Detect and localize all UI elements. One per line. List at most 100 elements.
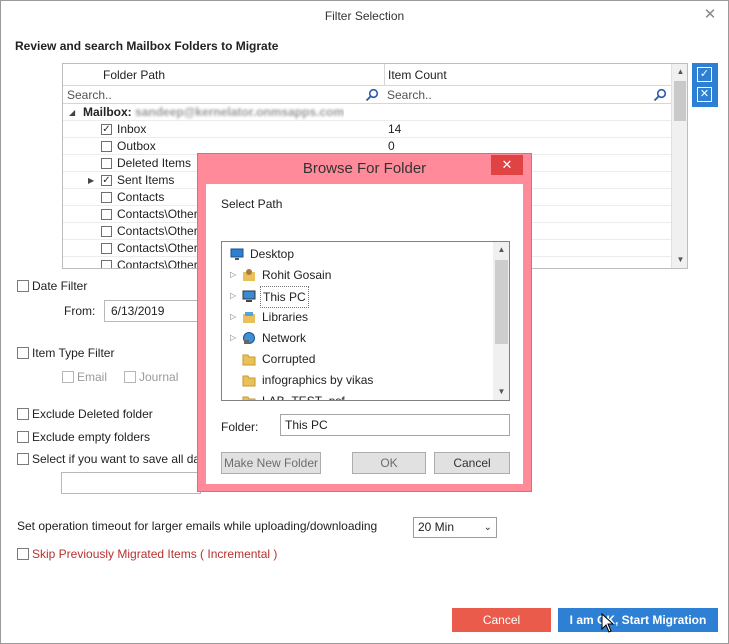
folder-label: Folder: xyxy=(221,420,259,434)
expand-triangle-icon[interactable]: ▷ xyxy=(230,307,236,327)
scroll-down-icon[interactable]: ▼ xyxy=(674,254,687,266)
folder-name: Inbox xyxy=(117,122,147,136)
mailbox-address: sandeep@kernelator.onmsapps.com xyxy=(135,105,345,119)
expand-triangle-icon[interactable]: ▶ xyxy=(88,172,94,189)
scroll-up-icon[interactable]: ▲ xyxy=(495,244,508,256)
tree-item-label: Network xyxy=(262,331,307,345)
journal-type-checkbox[interactable] xyxy=(124,371,136,383)
tree-item-desktop[interactable]: Desktop xyxy=(222,244,492,264)
folder-checkbox[interactable] xyxy=(101,243,112,254)
window-close-icon[interactable]: ✕ xyxy=(702,7,718,23)
chevron-down-icon: ⌄ xyxy=(483,522,492,533)
cancel-button[interactable]: Cancel xyxy=(452,608,551,632)
column-item-count[interactable]: Item Count xyxy=(388,64,447,86)
tree-item-this-pc[interactable]: ▷ This PC xyxy=(222,286,492,308)
tree-scrollbar[interactable]: ▲ ▼ xyxy=(493,242,509,400)
grid-side-toolbar: ✓ ✕ xyxy=(692,63,718,107)
folder-count: 14 xyxy=(388,122,402,136)
network-icon xyxy=(243,332,255,344)
column-divider[interactable] xyxy=(384,64,385,86)
scrollbar-thumb[interactable] xyxy=(674,81,686,121)
email-type-checkbox[interactable] xyxy=(62,371,74,383)
section-title: Review and search Mailbox Folders to Mig… xyxy=(15,39,279,53)
tree-item-infographics[interactable]: infographics by vikas xyxy=(222,370,492,390)
folder-input[interactable]: This PC xyxy=(280,414,510,436)
search-icon[interactable] xyxy=(653,88,667,102)
grid-search-row: Search.. Search.. xyxy=(63,86,671,104)
folder-path-search-input[interactable]: Search.. xyxy=(67,86,112,104)
exclude-empty-label: Exclude empty folders xyxy=(32,430,151,444)
folder-checkbox[interactable] xyxy=(101,260,112,268)
tree-item-corrupted[interactable]: Corrupted xyxy=(222,349,492,369)
scrollbar-thumb[interactable] xyxy=(495,260,508,344)
folder-name: Contacts\Other C xyxy=(117,241,210,255)
email-type-option[interactable]: Email xyxy=(62,370,107,384)
folder-name: Contacts xyxy=(117,190,165,204)
item-type-filter-checkbox[interactable] xyxy=(17,347,29,359)
save-all-data-checkbox[interactable] xyxy=(17,453,29,465)
tree-item-lab-test[interactable]: LAB_TEST_psf xyxy=(222,391,492,400)
select-path-label: Select Path xyxy=(221,197,283,211)
table-row[interactable]: ✓ Inbox 14 xyxy=(63,121,671,138)
timeout-value: 20 Min xyxy=(418,520,455,534)
search-icon[interactable] xyxy=(365,88,379,102)
dialog-cancel-button[interactable]: Cancel xyxy=(434,452,510,474)
from-date-input[interactable]: 6/13/2019 xyxy=(104,300,204,322)
start-migration-button[interactable]: I am OK, Start Migration xyxy=(558,608,718,632)
collapse-triangle-icon[interactable]: ◢ xyxy=(69,104,75,121)
journal-type-option[interactable]: Journal xyxy=(124,370,178,384)
mailbox-row[interactable]: ◢ Mailbox: sandeep@kernelator.onmsapps.c… xyxy=(63,104,671,121)
save-path-input[interactable] xyxy=(61,472,201,494)
tree-item-libraries[interactable]: ▷ Libraries xyxy=(222,307,492,327)
tree-item-network[interactable]: ▷ Network xyxy=(222,328,492,348)
item-type-filter-option[interactable]: Item Type Filter xyxy=(17,346,114,360)
tree-item-rohit-gosain[interactable]: ▷ Rohit Gosain xyxy=(222,265,492,285)
exclude-deleted-option[interactable]: Exclude Deleted folder xyxy=(17,407,153,421)
clear-selection-icon[interactable]: ✕ xyxy=(697,87,712,102)
tree-item-label: Desktop xyxy=(250,247,295,261)
skip-migrated-label: Skip Previously Migrated Items ( Increme… xyxy=(32,547,278,561)
expand-triangle-icon[interactable]: ▷ xyxy=(230,328,236,348)
grid-scrollbar[interactable]: ▲ ▼ xyxy=(671,64,687,268)
dialog-close-icon[interactable]: ✕ xyxy=(491,155,523,175)
libraries-icon xyxy=(243,312,255,323)
select-all-icon[interactable]: ✓ xyxy=(697,67,712,82)
exclude-deleted-checkbox[interactable] xyxy=(17,408,29,420)
folder-name: Deleted Items xyxy=(117,156,192,170)
window-title: Filter Selection xyxy=(324,9,405,23)
save-all-data-option[interactable]: Select if you want to save all dat xyxy=(17,452,203,466)
column-folder-path[interactable]: Folder Path xyxy=(103,64,165,86)
desktop-icon xyxy=(230,248,244,260)
scroll-up-icon[interactable]: ▲ xyxy=(674,66,687,78)
date-filter-checkbox[interactable] xyxy=(17,280,29,292)
folder-checkbox[interactable] xyxy=(101,141,112,152)
ok-button[interactable]: OK xyxy=(352,452,426,474)
folder-checkbox[interactable] xyxy=(101,226,112,237)
folder-name: Sent Items xyxy=(117,173,175,187)
scroll-down-icon[interactable]: ▼ xyxy=(495,386,508,398)
journal-type-label: Journal xyxy=(139,370,179,384)
item-type-filter-label: Item Type Filter xyxy=(32,346,115,360)
save-all-data-label: Select if you want to save all dat xyxy=(32,452,204,466)
computer-icon xyxy=(242,290,256,302)
make-new-folder-button[interactable]: Make New Folder xyxy=(221,452,321,474)
timeout-select[interactable]: 20 Min ⌄ xyxy=(413,517,497,538)
exclude-empty-checkbox[interactable] xyxy=(17,431,29,443)
skip-migrated-checkbox[interactable] xyxy=(17,548,29,560)
mailbox-label: Mailbox: xyxy=(83,105,132,119)
folder-checkbox[interactable]: ✓ xyxy=(101,124,112,135)
folder-checkbox[interactable] xyxy=(101,209,112,220)
from-label: From: xyxy=(64,304,96,318)
folder-checkbox[interactable]: ✓ xyxy=(101,175,112,186)
folder-checkbox[interactable] xyxy=(101,192,112,203)
exclude-empty-option[interactable]: Exclude empty folders xyxy=(17,430,150,444)
folder-checkbox[interactable] xyxy=(101,158,112,169)
folder-name: Contacts\Other C xyxy=(117,224,210,238)
folder-name: Contacts\Other C xyxy=(117,207,210,221)
expand-triangle-icon[interactable]: ▷ xyxy=(230,286,236,306)
item-count-search-input[interactable]: Search.. xyxy=(387,86,432,104)
date-filter-option[interactable]: Date Filter xyxy=(17,279,87,293)
email-type-label: Email xyxy=(77,370,108,384)
expand-triangle-icon[interactable]: ▷ xyxy=(230,265,236,285)
skip-migrated-option[interactable]: Skip Previously Migrated Items ( Increme… xyxy=(17,547,277,561)
